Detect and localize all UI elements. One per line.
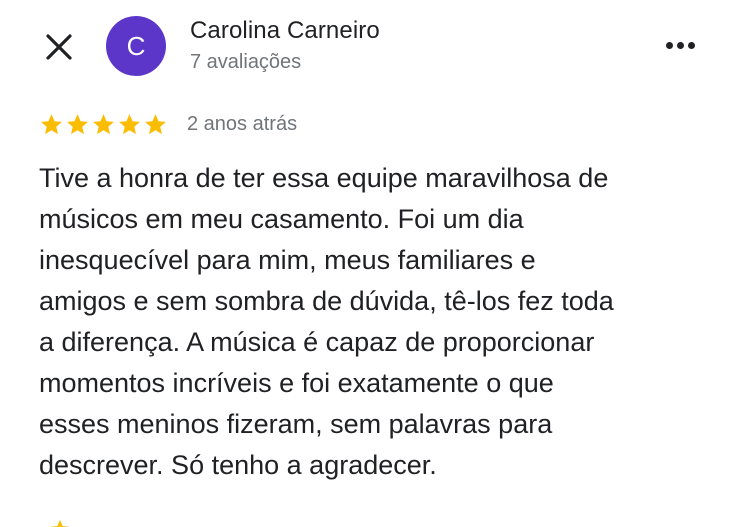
star-icon [67, 113, 88, 134]
reviewer-review-count: 7 avaliações [190, 51, 302, 73]
avatar[interactable]: C [106, 16, 166, 76]
next-review-star-icon [50, 519, 70, 527]
star-icon [41, 113, 62, 134]
avatar-initial: C [126, 30, 146, 61]
more-horizontal-icon [665, 41, 673, 49]
close-button[interactable] [42, 30, 76, 64]
review-date: 2 anos atrás [187, 112, 298, 135]
star-icon [119, 113, 140, 134]
reviewer-name[interactable]: Carolina Carneiro [190, 17, 380, 45]
close-icon [46, 34, 72, 60]
star-icon [93, 113, 114, 134]
star-icon [145, 113, 166, 134]
review-text: Tive a honra de ter essa equipe maravilh… [39, 163, 614, 480]
more-options-button[interactable] [660, 33, 700, 57]
star-rating [39, 112, 168, 137]
review-detail-page: C Carolina Carneiro 7 avaliações 2 anos … [0, 0, 739, 527]
rating-row: 2 anos atrás [39, 111, 297, 137]
